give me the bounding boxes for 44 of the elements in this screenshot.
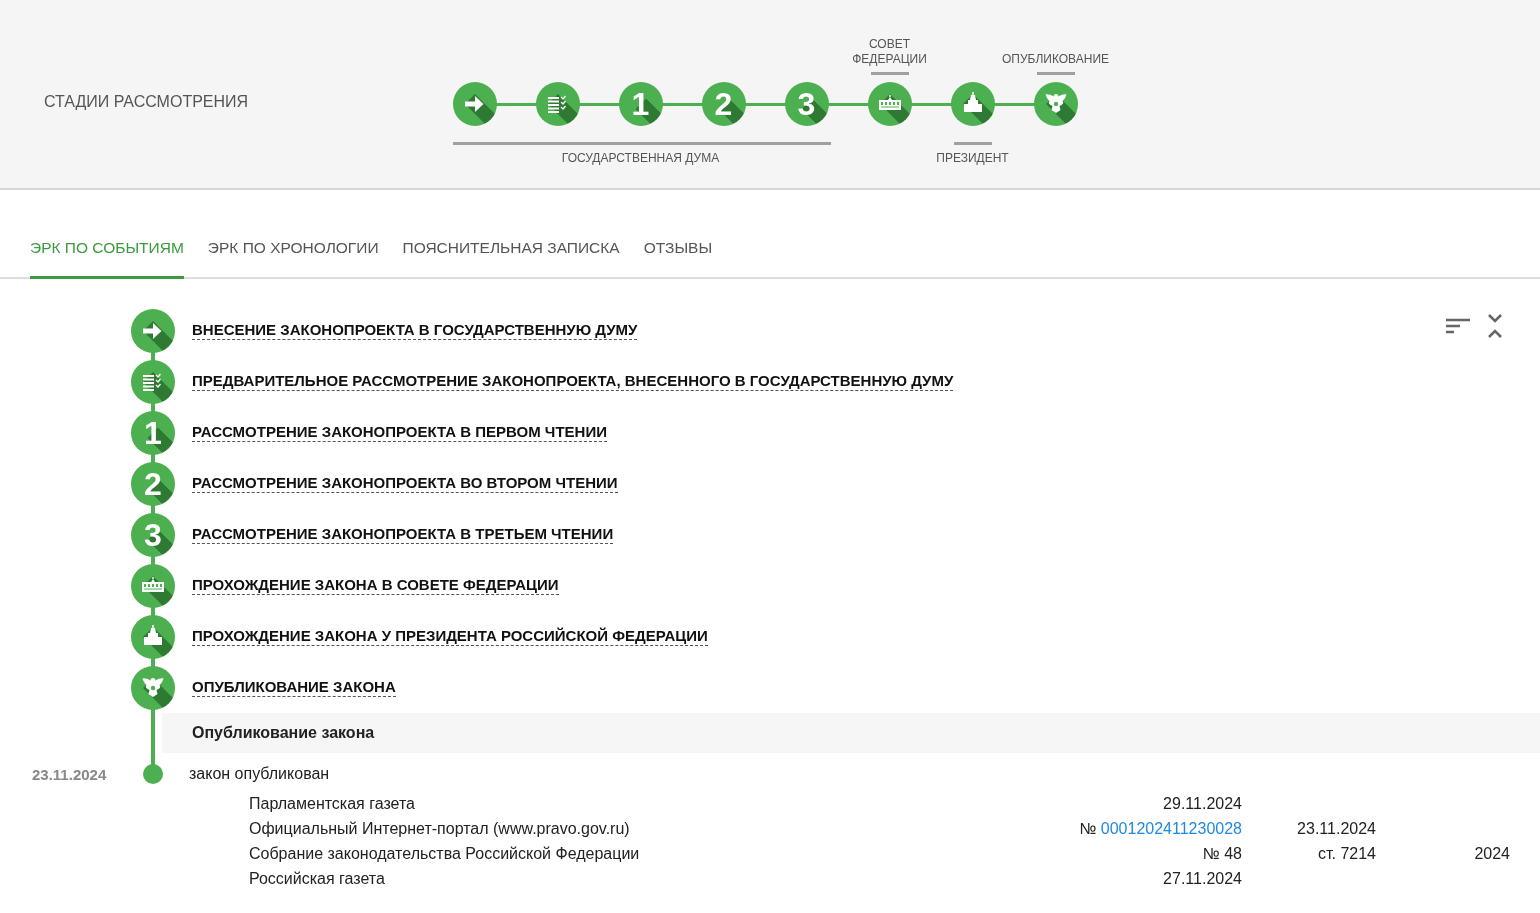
status-text: закон опубликован — [189, 765, 330, 783]
table-cell: № 48 — [1202, 845, 1242, 862]
tab[interactable]: ЭРК ПО ХРОНОЛОГИИ — [207, 233, 379, 279]
group-label: ПРЕЗИДЕНТ — [936, 151, 1009, 166]
tab[interactable]: ПОЯСНИТЕЛЬНАЯ ЗАПИСКА — [402, 233, 620, 279]
stage-link[interactable]: РАССМОТРЕНИЕ ЗАКОНОПРОЕКТА В ПЕРВОМ ЧТЕНИИ — [192, 423, 607, 442]
step-number: 2 — [714, 88, 733, 120]
eagle-emblem-icon[interactable] — [1033, 82, 1078, 126]
source-name: Российская газета — [249, 869, 386, 889]
stage-link[interactable]: ПРОХОЖДЕНИЕ ЗАКОНА У ПРЕЗИДЕНТА РОССИЙСКОЙ ФЕДЕРАЦИИ — [192, 627, 708, 646]
stage-link[interactable]: РАССМОТРЕНИЕ ЗАКОНОПРОЕКТА В ТРЕТЬЕМ ЧТЕНИИ — [192, 525, 614, 544]
step-number: 3 — [797, 88, 816, 120]
source-name: Парламентская газета — [249, 794, 416, 814]
stage-link[interactable]: РАССМОТРЕНИЕ ЗАКОНОПРОЕКТА ВО ВТОРОМ ЧТЕНИИ — [192, 474, 618, 493]
section-title: Опубликование закона — [192, 724, 375, 742]
event-date: 23.11.2024 — [31, 765, 108, 783]
document-link[interactable]: 0001202411230028 — [1100, 820, 1242, 837]
tower-icon[interactable] — [950, 82, 995, 126]
source-name: Собрание законодательства Российской Федерации — [249, 844, 641, 864]
tab[interactable]: ОТЗЫВЫ — [643, 233, 713, 279]
group-label: ОПУБЛИКОВАНИЕ — [1001, 52, 1110, 67]
step-number: 1 — [631, 88, 650, 120]
source-name: Официальный Интернет-портал (www.pravo.gov.ru) — [249, 819, 631, 839]
step-number: 1 — [144, 416, 162, 449]
stage-link[interactable]: ПРОХОЖДЕНИЕ ЗАКОНА В СОВЕТЕ ФЕДЕРАЦИИ — [192, 576, 559, 595]
stage-link[interactable]: ВНЕСЕНИЕ ЗАКОНОПРОЕКТА В ГОСУДАРСТВЕННУЮ ДУМУ — [192, 321, 638, 340]
table-cell: ст. 7214 — [1317, 845, 1376, 862]
group-label: СОВЕТ ФЕДЕРАЦИИ — [852, 37, 927, 67]
table-cell: 29.11.2024 — [1163, 795, 1242, 812]
table-cell: 27.11.2024 — [1163, 870, 1242, 887]
group-label: ГОСУДАРСТВЕННАЯ ДУМА — [561, 151, 720, 166]
checklist-icon[interactable] — [535, 82, 580, 126]
step-number: 3 — [144, 518, 162, 551]
number-sign: № — [1079, 820, 1097, 837]
sort-icon[interactable] — [1445, 318, 1471, 334]
stage-link[interactable]: ОПУБЛИКОВАНИЕ ЗАКОНА — [192, 678, 396, 697]
stages-title: СТАДИИ РАССМОТРЕНИЯ — [44, 93, 250, 111]
table-cell: 23.11.2024 — [1297, 820, 1376, 837]
building-icon[interactable] — [867, 82, 912, 126]
step-number: 2 — [144, 467, 162, 500]
stage-link[interactable]: ПРЕДВАРИТЕЛЬНОЕ РАССМОТРЕНИЕ ЗАКОНОПРОЕКТА, ВНЕСЕННОГО В ГОСУДАРСТВЕННУЮ ДУМУ — [192, 372, 954, 391]
collapse-icon[interactable] — [1487, 313, 1503, 339]
tab[interactable]: ЭРК ПО СОБЫТИЯМ — [30, 233, 184, 279]
table-cell: 2024 — [1474, 845, 1510, 862]
